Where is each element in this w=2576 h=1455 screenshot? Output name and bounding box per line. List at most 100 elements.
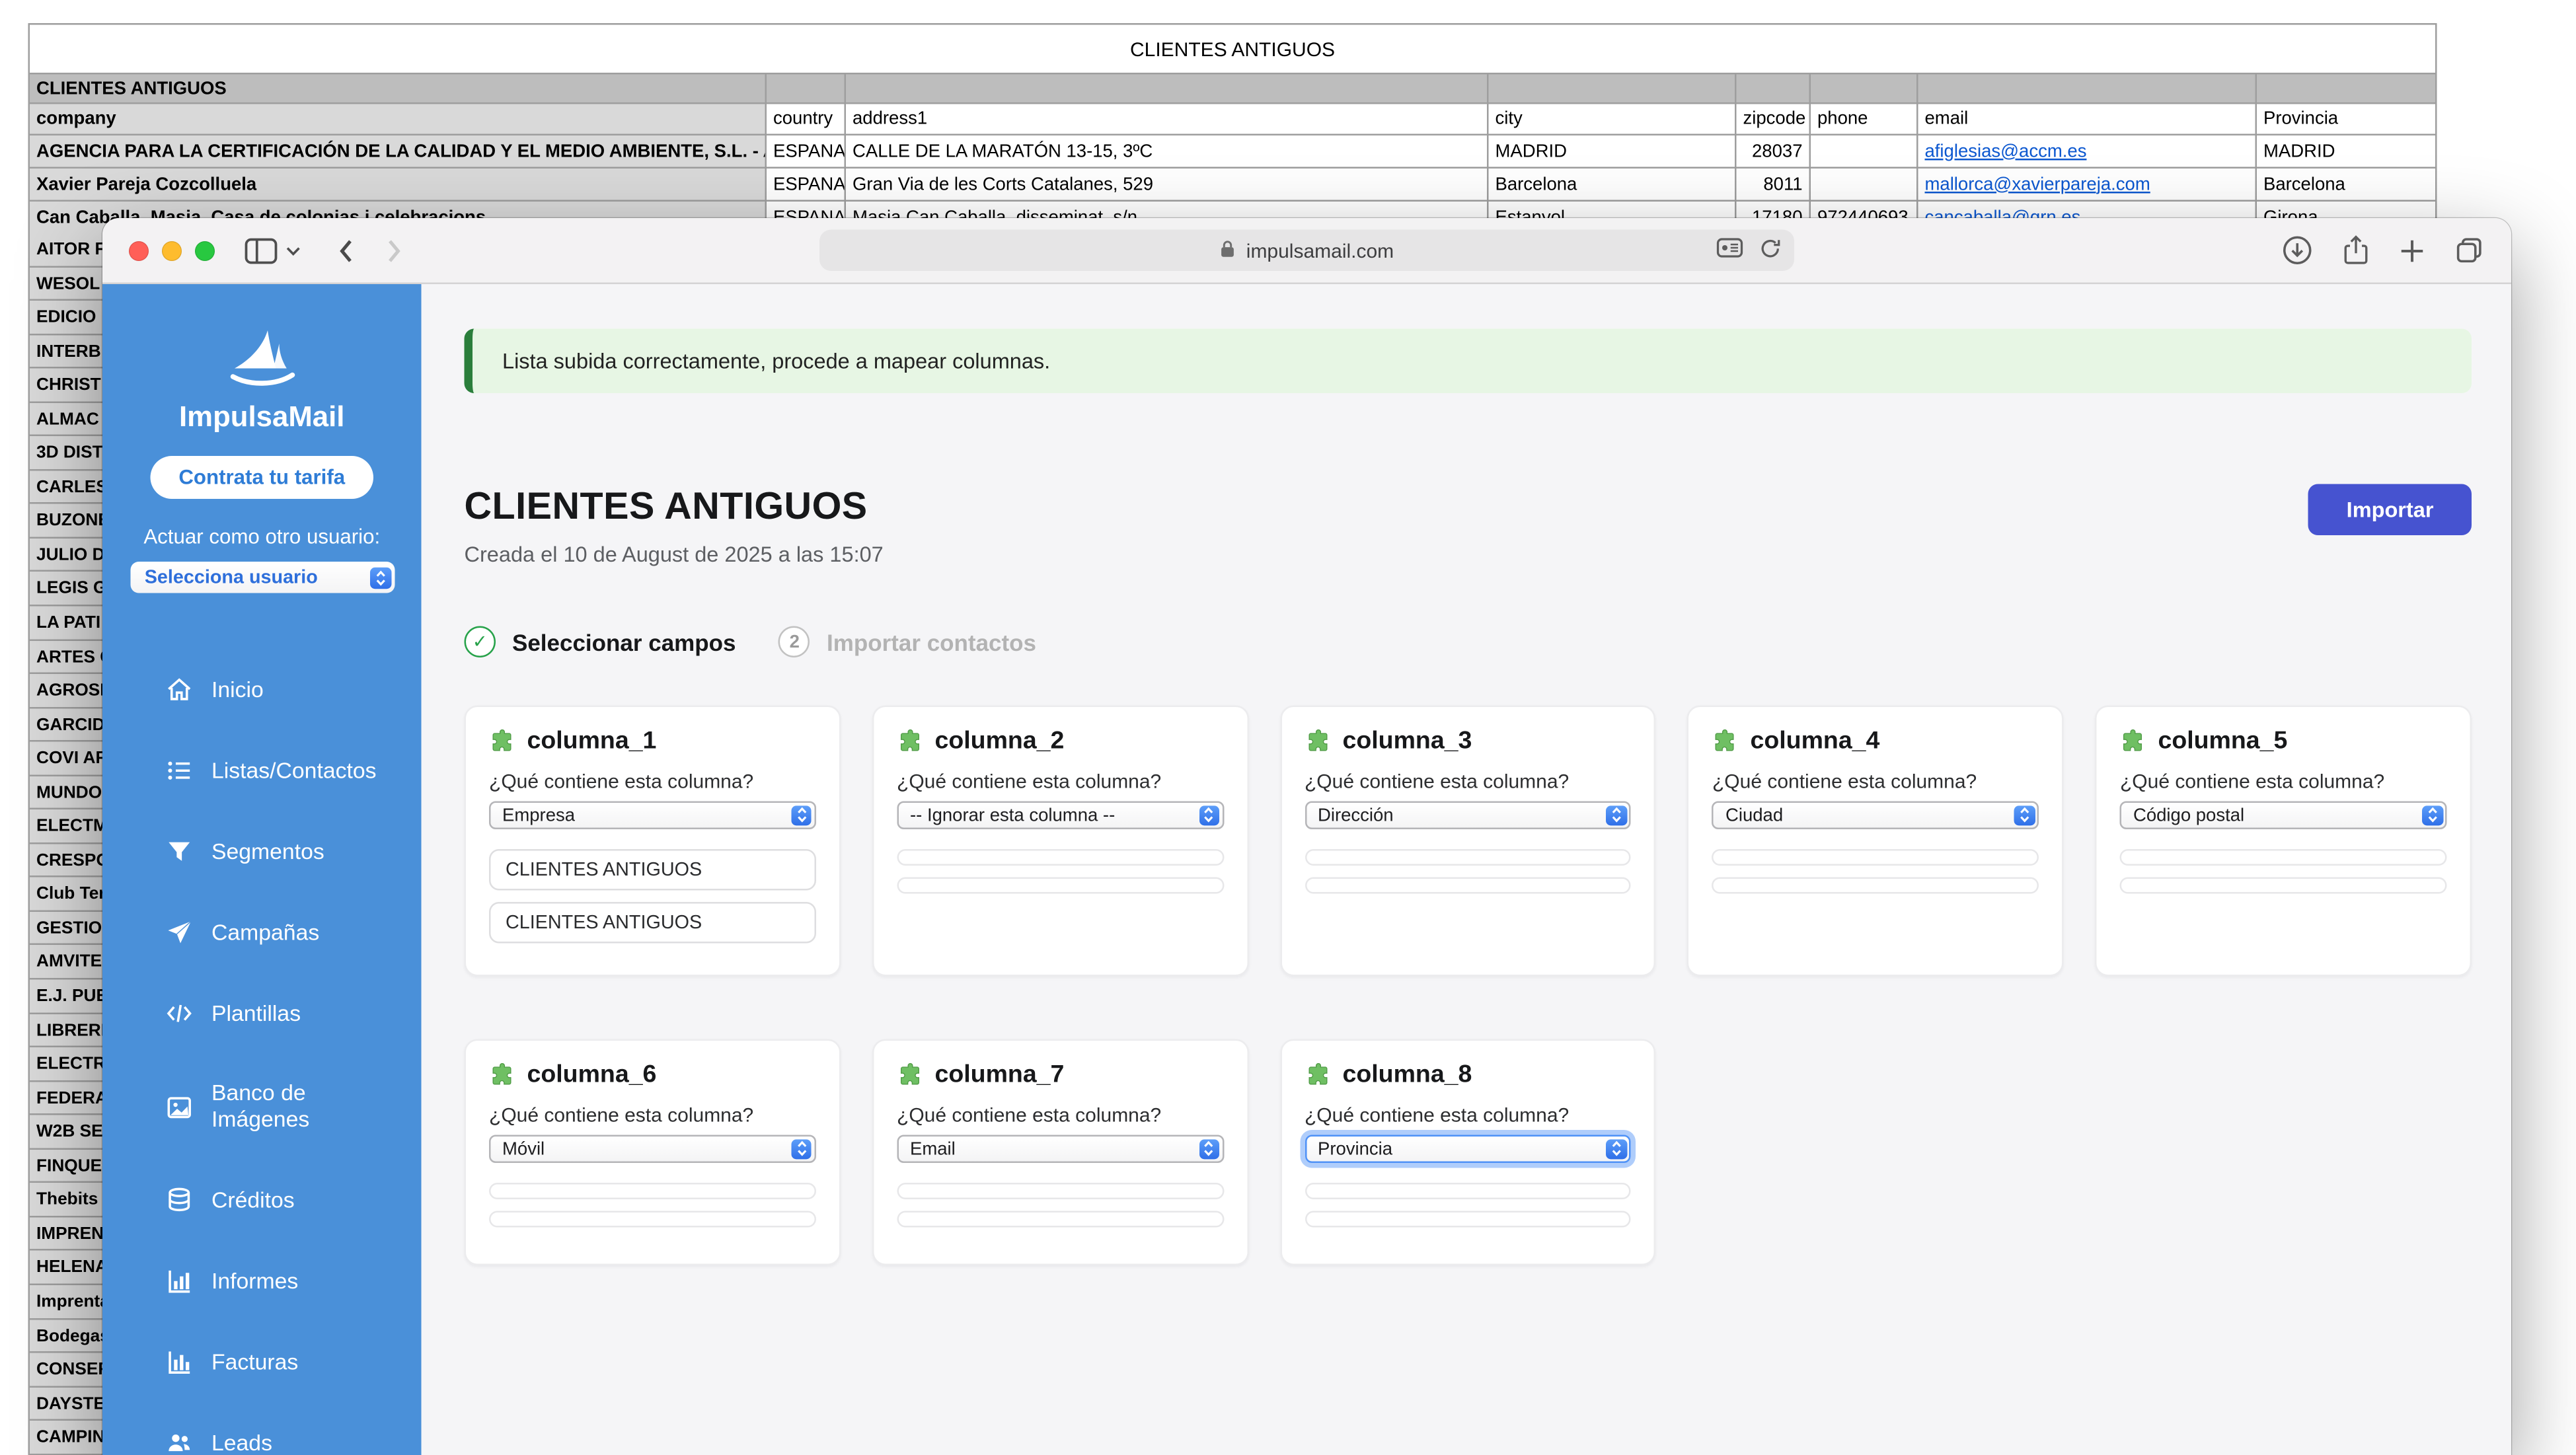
- page-badge-icon[interactable]: [1717, 238, 1743, 263]
- sheet-header-row: companycountryaddress1cityzipcodephoneem…: [29, 103, 2437, 135]
- column-preview: [897, 877, 1223, 894]
- select-stepper-icon: [791, 1138, 812, 1159]
- sidebar-item-listas-contactos[interactable]: Listas/Contactos: [102, 730, 422, 811]
- column-card-columna_5: columna_5¿Qué contiene esta columna?Códi…: [2095, 706, 2472, 977]
- sheet-band-cell: [845, 73, 1488, 103]
- sidebar-item-inicio[interactable]: Inicio: [102, 650, 422, 731]
- column-preview: [489, 1183, 815, 1199]
- chevron-down-icon[interactable]: [286, 245, 301, 255]
- forward-button[interactable]: [387, 237, 403, 264]
- column-type-select[interactable]: -- Ignorar esta columna --: [897, 802, 1223, 830]
- sidebar-item-label: Inicio: [211, 677, 264, 703]
- sidebar-item-banco-de-im-genes[interactable]: Banco de Imágenes: [102, 1054, 422, 1160]
- url-text: impulsamail.com: [1246, 239, 1394, 262]
- column-card-title: columna_4: [1750, 727, 1879, 755]
- column-type-select[interactable]: Empresa: [489, 802, 815, 830]
- sidebar-item-label: Segmentos: [211, 839, 324, 865]
- sidebar-item-leads[interactable]: Leads: [102, 1403, 422, 1455]
- selected-option: Ciudad: [1725, 805, 1783, 825]
- sheet-cell: Barcelona: [2256, 168, 2437, 201]
- sidebar-item-label: Campañas: [211, 919, 319, 946]
- sheet-title: CLIENTES ANTIGUOS: [29, 24, 2437, 73]
- new-tab-icon[interactable]: [2399, 237, 2425, 264]
- sheet-band-cell: [1917, 73, 2256, 103]
- column-question: ¿Qué contiene esta columna?: [897, 1103, 1223, 1127]
- selected-option: Empresa: [502, 805, 575, 825]
- sheet-column-header: company: [29, 103, 766, 135]
- sidebar-item-facturas[interactable]: Facturas: [102, 1322, 422, 1403]
- sheet-band-row: CLIENTES ANTIGUOS: [29, 73, 2437, 103]
- column-preview: [489, 1211, 815, 1228]
- address-bar[interactable]: impulsamail.com: [819, 230, 1794, 272]
- zoom-window-button[interactable]: [195, 241, 215, 260]
- selected-option: Código postal: [2133, 805, 2244, 825]
- sidebar-item-informes[interactable]: Informes: [102, 1241, 422, 1322]
- column-preview: [897, 1183, 1223, 1199]
- column-previews: [1712, 849, 2039, 894]
- sheet-column-header: Provincia: [2256, 103, 2437, 135]
- puzzle-icon: [897, 1061, 923, 1088]
- sheet-cell: ESPANA: [766, 135, 845, 168]
- column-type-select[interactable]: Ciudad: [1712, 802, 2039, 830]
- sheet-column-header: zipcode: [1735, 103, 1810, 135]
- user-select[interactable]: Selecciona usuario: [130, 562, 394, 593]
- column-preview: [897, 849, 1223, 866]
- success-alert: Lista subida correctamente, procede a ma…: [465, 329, 2472, 394]
- column-type-select[interactable]: Provincia: [1305, 1135, 1631, 1164]
- step-check-icon: ✓: [465, 626, 496, 658]
- steps: ✓ Seleccionar campos 2 Importar contacto…: [465, 626, 2472, 658]
- sheet-column-header: email: [1917, 103, 2256, 135]
- import-button[interactable]: Importar: [2308, 484, 2472, 536]
- sidebar-item-segmentos[interactable]: Segmentos: [102, 811, 422, 893]
- sheet-column-header: address1: [845, 103, 1488, 135]
- list-icon: [165, 757, 194, 785]
- select-stepper-icon: [1607, 1138, 1627, 1159]
- column-question: ¿Qué contiene esta columna?: [897, 770, 1223, 793]
- downloads-icon[interactable]: [2282, 235, 2314, 266]
- sidebar-toggle-icon[interactable]: [245, 237, 278, 264]
- window-controls: [129, 241, 215, 260]
- column-type-select[interactable]: Móvil: [489, 1135, 815, 1164]
- sheet-cell: ESPANA: [766, 168, 845, 201]
- column-preview: [2120, 849, 2447, 866]
- column-previews: [1305, 1183, 1631, 1228]
- back-button[interactable]: [337, 237, 354, 264]
- column-card-title: columna_5: [2158, 727, 2287, 755]
- close-window-button[interactable]: [129, 241, 149, 260]
- step-select-fields[interactable]: ✓ Seleccionar campos: [465, 626, 736, 658]
- contract-plan-button[interactable]: Contrata tu tarifa: [151, 456, 373, 499]
- sidebar-item-campa-as[interactable]: Campañas: [102, 892, 422, 973]
- reload-icon[interactable]: [1760, 237, 1782, 264]
- column-type-select[interactable]: Dirección: [1305, 802, 1631, 830]
- sheet-band-label: CLIENTES ANTIGUOS: [29, 73, 766, 103]
- email-link[interactable]: mallorca@xavierpareja.com: [1925, 174, 2150, 194]
- invoice-icon: [165, 1348, 194, 1376]
- column-preview: [1305, 849, 1631, 866]
- puzzle-icon: [1305, 1061, 1331, 1088]
- select-stepper-icon: [1199, 805, 1219, 825]
- tab-overview-icon[interactable]: [2454, 235, 2485, 266]
- column-type-select[interactable]: Email: [897, 1135, 1223, 1164]
- column-card-columna_7: columna_7¿Qué contiene esta columna?Emai…: [872, 1039, 1248, 1266]
- column-card-columna_1: columna_1¿Qué contiene esta columna?Empr…: [465, 706, 841, 977]
- share-icon[interactable]: [2341, 233, 2371, 268]
- report-icon: [165, 1267, 194, 1296]
- email-link[interactable]: afiglesias@accm.es: [1925, 141, 2087, 161]
- sidebar-item-cr-ditos[interactable]: Créditos: [102, 1160, 422, 1241]
- sidebar-item-label: Plantillas: [211, 1000, 301, 1027]
- sheet-cell: afiglesias@accm.es: [1917, 135, 2256, 168]
- step-import-contacts[interactable]: 2 Importar contactos: [779, 626, 1037, 658]
- sidebar-item-plantillas[interactable]: Plantillas: [102, 973, 422, 1055]
- minimize-window-button[interactable]: [162, 241, 182, 260]
- column-card-title: columna_2: [934, 727, 1064, 755]
- sheet-cell: 8011: [1735, 168, 1810, 201]
- column-preview: [1712, 849, 2039, 866]
- sheet-cell: CALLE DE LA MARATÓN 13-15, 3ºC: [845, 135, 1488, 168]
- column-preview: [897, 1211, 1223, 1228]
- screen: CLIENTES ANTIGUOS CLIENTES ANTIGUOS comp…: [0, 0, 2576, 1455]
- select-stepper-icon: [370, 567, 392, 589]
- image-icon: [165, 1093, 194, 1121]
- column-type-select[interactable]: Código postal: [2120, 802, 2447, 830]
- column-card-title: columna_8: [1342, 1061, 1472, 1089]
- sheet-cell: 28037: [1735, 135, 1810, 168]
